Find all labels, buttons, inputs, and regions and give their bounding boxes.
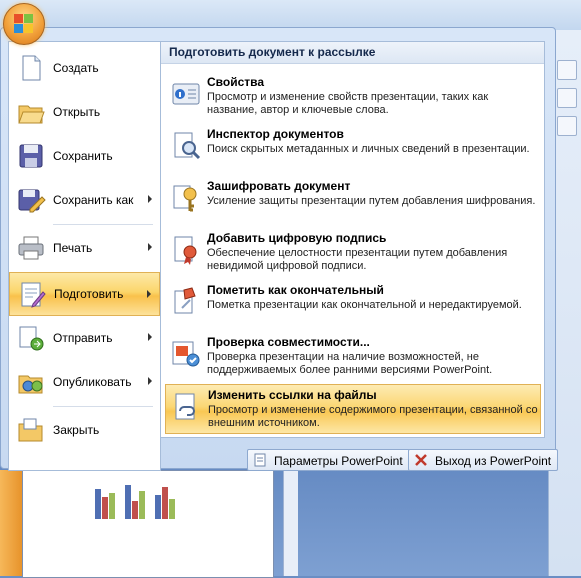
office-menu-commands: Создать Открыть Сохранить Сохранить как [8, 41, 161, 471]
mark-final-icon [174, 287, 196, 314]
open-folder-icon [18, 105, 45, 124]
menu-item-save-as[interactable]: Сохранить как [9, 178, 160, 222]
submenu-arrow-icon [148, 377, 152, 385]
slide-thumbnail[interactable] [22, 470, 274, 578]
prepare-submenu: Подготовить документ к рассылке Свойства… [161, 41, 545, 438]
ribbon-mini-button[interactable] [557, 60, 577, 80]
submenu-item-description: Пометка презентации как окончательной и … [207, 299, 522, 311]
menu-item-new[interactable]: Создать [9, 46, 160, 90]
submenu-item-title: Пометить как окончательный [207, 283, 384, 297]
menu-item-print[interactable]: Печать [9, 226, 160, 270]
save-disk-icon [19, 144, 43, 168]
compatibility-check-icon [172, 341, 200, 367]
submenu-header: Подготовить документ к рассылке [161, 42, 544, 64]
submenu-arrow-icon [148, 195, 152, 203]
submenu-arrow-icon [148, 243, 152, 251]
save-as-icon [18, 189, 46, 213]
exit-x-icon [415, 454, 427, 466]
edit-links-icon [175, 393, 195, 420]
menu-item-save[interactable]: Сохранить [9, 134, 160, 178]
submenu-item-compatibility[interactable]: Проверка совместимости... Проверка презе… [165, 332, 541, 382]
submenu-item-description: Проверка презентации на наличие возможно… [207, 351, 493, 376]
office-menu: Создать Открыть Сохранить Сохранить как [0, 27, 559, 471]
menu-item-prepare[interactable]: Подготовить [9, 272, 160, 316]
send-icon [19, 326, 44, 351]
submenu-item-inspect[interactable]: Инспектор документов Поиск скрытых метад… [165, 124, 541, 174]
menu-item-open[interactable]: Открыть [9, 90, 160, 134]
prepare-document-icon [21, 282, 46, 308]
exit-button-label: Выход из PowerPoint [435, 454, 552, 468]
submenu-item-edit-links[interactable]: Изменить ссылки на файлы Просмотр и изме… [165, 384, 541, 434]
menu-item-label: Печать [53, 241, 93, 255]
menu-divider [53, 224, 153, 225]
menu-item-label: Сохранить как [53, 193, 134, 207]
menu-item-label: Создать [53, 61, 99, 75]
submenu-item-encrypt[interactable]: Зашифровать документ Усиление защиты пре… [165, 176, 541, 226]
slide-chart-thumbnail [85, 479, 205, 519]
submenu-item-title: Зашифровать документ [207, 179, 351, 193]
menu-item-label: Открыть [53, 105, 101, 119]
menu-item-label: Отправить [53, 331, 113, 345]
properties-icon [172, 83, 200, 105]
slides-pane-edge [0, 470, 22, 576]
close-folder-icon [18, 418, 43, 442]
publish-icon [18, 375, 43, 394]
options-button-label: Параметры PowerPoint [274, 454, 403, 468]
menu-item-label: Подготовить [54, 287, 124, 301]
powerpoint-options-button[interactable]: Параметры PowerPoint [247, 449, 410, 471]
submenu-item-description: Обеспечение целостности презентации путе… [207, 247, 508, 272]
new-document-icon [22, 55, 41, 81]
options-document-icon [254, 453, 266, 467]
digital-signature-icon [174, 236, 197, 265]
vertical-ruler [283, 470, 298, 576]
menu-item-label: Закрыть [53, 423, 100, 437]
ribbon-mini-button[interactable] [557, 88, 577, 108]
ribbon-mini-button[interactable] [557, 116, 577, 136]
submenu-arrow-icon [147, 290, 151, 298]
office-logo-icon [14, 14, 34, 34]
submenu-item-description: Поиск скрытых метаданных и личных сведен… [207, 143, 530, 155]
encrypt-key-icon [173, 185, 197, 212]
submenu-item-title: Изменить ссылки на файлы [208, 388, 377, 402]
menu-item-send[interactable]: Отправить [9, 316, 160, 360]
submenu-arrow-icon [148, 333, 152, 341]
submenu-item-mark-final[interactable]: Пометить как окончательный Пометка презе… [165, 280, 541, 330]
menu-item-label: Опубликовать [53, 375, 132, 389]
menu-item-label: Сохранить [53, 149, 113, 163]
menu-item-publish[interactable]: Опубликовать [9, 360, 160, 404]
submenu-item-description: Просмотр и изменение содержимого презент… [208, 404, 538, 429]
submenu-item-title: Проверка совместимости... [207, 335, 370, 349]
office-button[interactable] [3, 3, 45, 45]
ribbon-background [0, 0, 581, 30]
submenu-item-title: Инспектор документов [207, 127, 344, 141]
printer-icon [18, 236, 44, 260]
submenu-item-properties[interactable]: Свойства Просмотр и изменение свойств пр… [165, 72, 541, 122]
submenu-item-signature[interactable]: Добавить цифровую подпись Обеспечение це… [165, 228, 541, 278]
menu-divider [53, 406, 153, 407]
submenu-item-title: Свойства [207, 75, 265, 89]
submenu-item-description: Просмотр и изменение свойств презентации… [207, 91, 489, 116]
submenu-item-title: Добавить цифровую подпись [207, 231, 387, 245]
exit-powerpoint-button[interactable]: Выход из PowerPoint [408, 449, 559, 471]
submenu-item-description: Усиление защиты презентации путем добавл… [207, 195, 536, 207]
inspect-document-icon [174, 132, 201, 160]
menu-item-close[interactable]: Закрыть [9, 408, 160, 452]
